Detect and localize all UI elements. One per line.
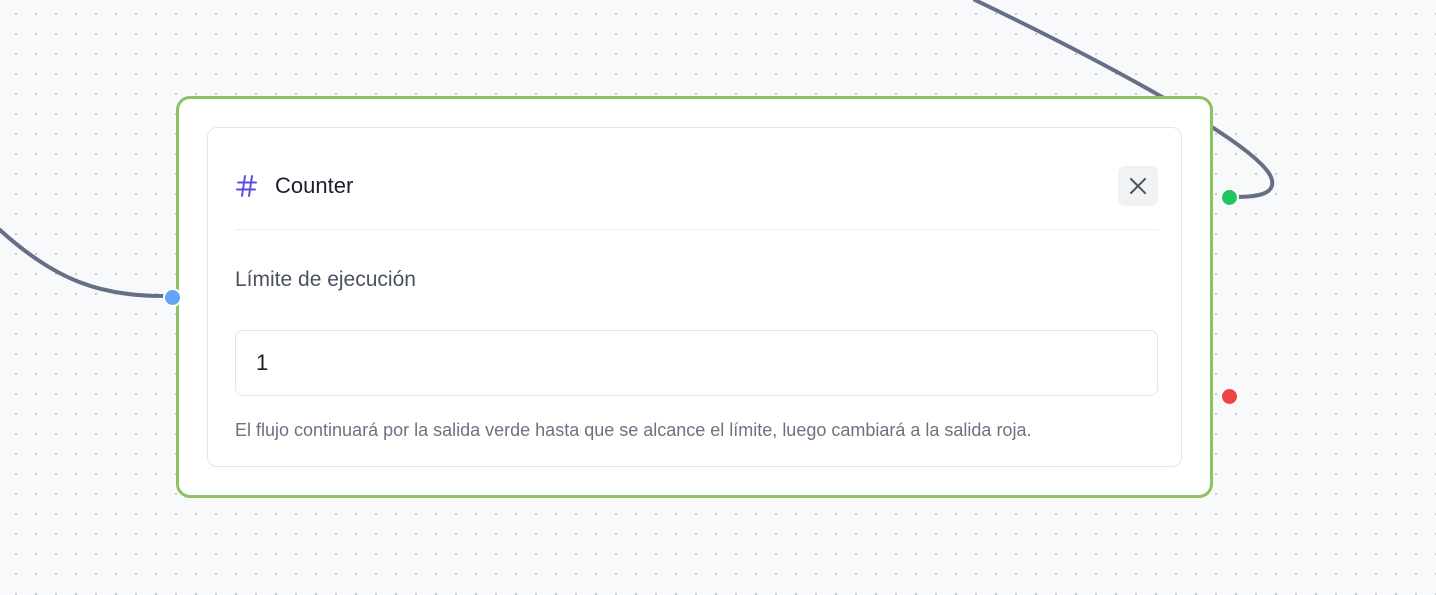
node-title: Counter [275, 173, 354, 198]
input-handle[interactable] [163, 288, 182, 307]
close-button[interactable] [1118, 166, 1158, 206]
limit-output-handle[interactable] [1220, 387, 1239, 406]
execution-limit-input[interactable] [235, 330, 1158, 396]
help-text: El flujo continuará por la salida verde … [235, 420, 1032, 440]
hash-icon [236, 175, 257, 197]
close-icon [1130, 178, 1146, 194]
success-output-handle[interactable] [1220, 188, 1239, 207]
incoming-edge[interactable] [0, 228, 165, 298]
node-header: Counter [235, 166, 1158, 230]
node-card: Counter Límite de ejecución El flujo con… [207, 127, 1182, 467]
limit-field-label: Límite de ejecución [235, 268, 416, 291]
counter-node[interactable]: Counter Límite de ejecución El flujo con… [176, 96, 1213, 498]
